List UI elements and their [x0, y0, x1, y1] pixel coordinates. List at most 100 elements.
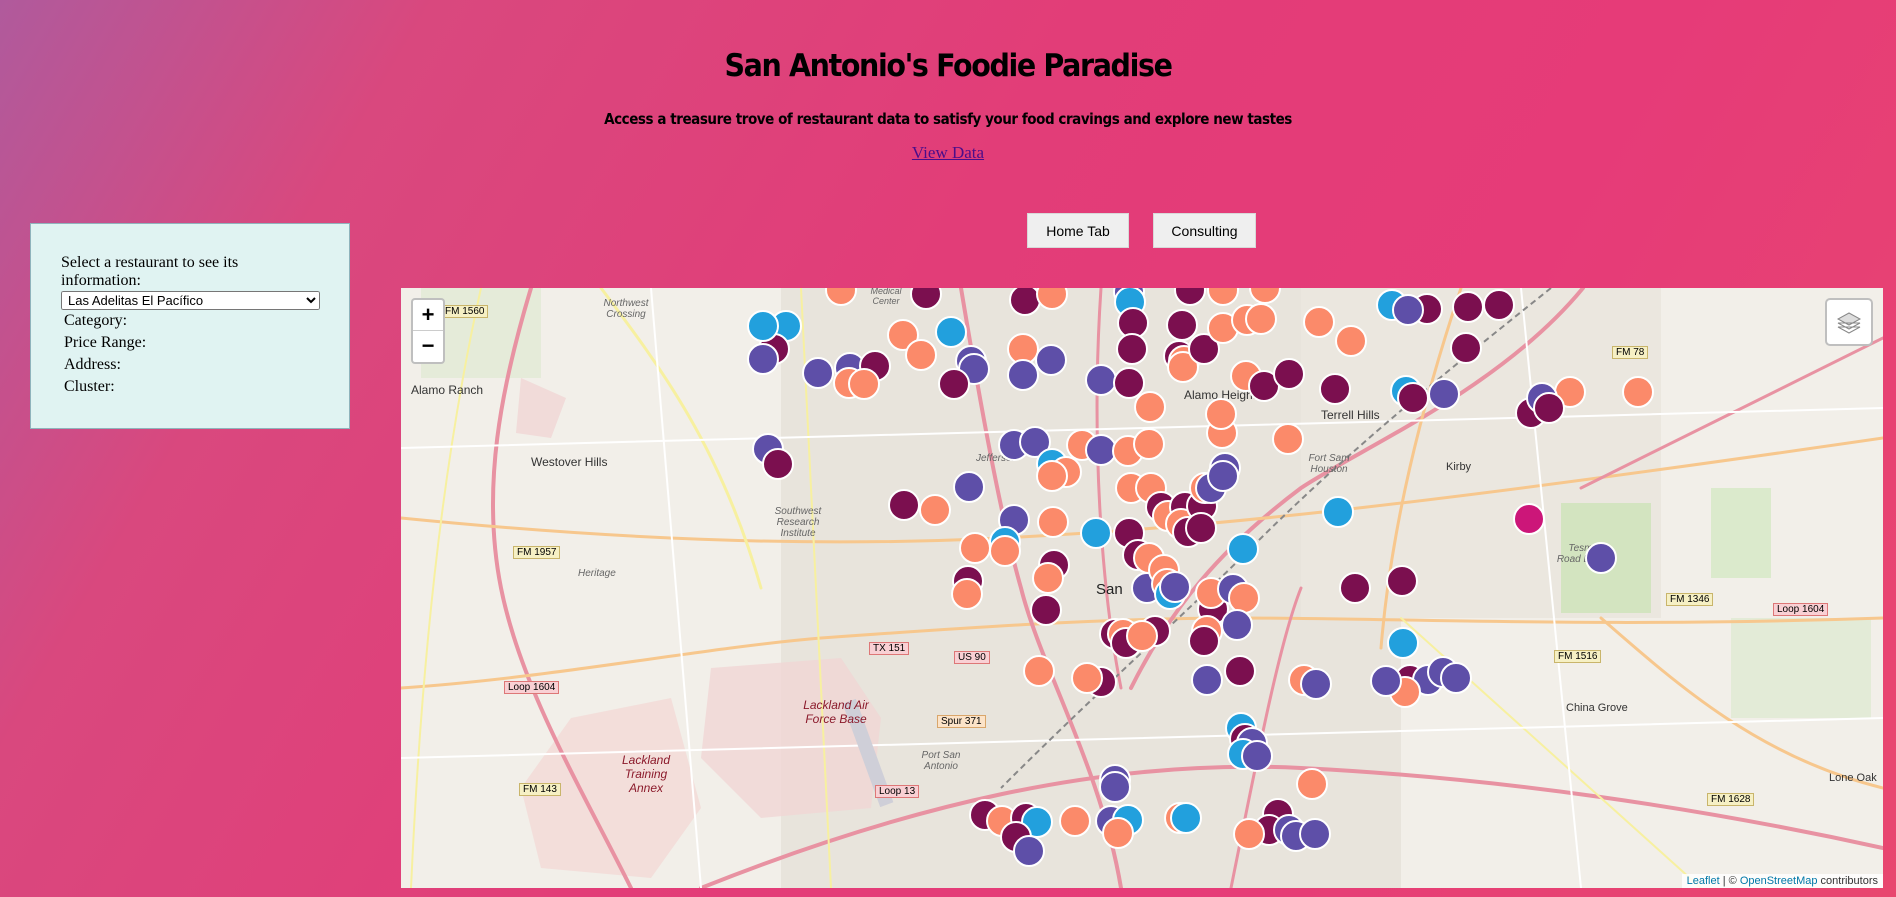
restaurant-marker[interactable] — [1071, 662, 1103, 694]
restaurant-marker[interactable] — [1335, 325, 1367, 357]
restaurant-marker[interactable] — [1174, 288, 1206, 306]
restaurant-marker[interactable] — [1080, 517, 1112, 549]
restaurant-marker[interactable] — [935, 316, 967, 348]
restaurant-marker[interactable] — [910, 288, 942, 310]
restaurant-marker[interactable] — [1085, 434, 1117, 466]
restaurant-marker[interactable] — [905, 339, 937, 371]
page-subtitle: Access a treasure trove of restaurant da… — [604, 110, 1292, 128]
restaurant-marker[interactable] — [1059, 805, 1091, 837]
restaurant-marker[interactable] — [1035, 344, 1067, 376]
restaurant-marker[interactable] — [1249, 288, 1281, 304]
restaurant-marker[interactable] — [762, 448, 794, 480]
restaurant-marker[interactable] — [1300, 668, 1332, 700]
restaurant-marker[interactable] — [1339, 572, 1371, 604]
openstreetmap-link[interactable]: OpenStreetMap — [1740, 875, 1818, 887]
cluster-label: Cluster: — [64, 378, 115, 395]
restaurant-marker[interactable] — [1450, 332, 1482, 364]
restaurant-marker[interactable] — [1241, 740, 1273, 772]
restaurant-marker[interactable] — [1483, 289, 1515, 321]
restaurant-marker[interactable] — [938, 368, 970, 400]
restaurant-marker[interactable] — [1533, 392, 1565, 424]
restaurant-marker[interactable] — [951, 578, 983, 610]
restaurant-marker[interactable] — [1032, 562, 1064, 594]
restaurant-marker[interactable] — [825, 288, 857, 306]
restaurant-marker[interactable] — [1126, 620, 1158, 652]
restaurant-marker[interactable] — [1299, 818, 1331, 850]
restaurant-marker[interactable] — [1273, 358, 1305, 390]
restaurant-marker[interactable] — [1296, 768, 1328, 800]
restaurant-marker[interactable] — [1245, 303, 1277, 335]
restaurant-marker[interactable] — [1159, 571, 1191, 603]
restaurant-marker[interactable] — [989, 535, 1021, 567]
restaurant-marker[interactable] — [1023, 655, 1055, 687]
restaurant-marker[interactable] — [1116, 333, 1148, 365]
restaurant-marker[interactable] — [1036, 460, 1068, 492]
layers-control-button[interactable] — [1825, 298, 1873, 346]
map-attribution: Leaflet | © OpenStreetMap contributors — [1681, 874, 1883, 888]
restaurant-marker[interactable] — [1085, 364, 1117, 396]
layers-icon — [1836, 312, 1862, 334]
restaurant-marker[interactable] — [1228, 582, 1260, 614]
leaflet-link[interactable]: Leaflet — [1687, 875, 1720, 887]
view-data-link[interactable]: View Data — [0, 143, 1896, 163]
restaurant-marker[interactable] — [1007, 359, 1039, 391]
restaurant-marker[interactable] — [1370, 665, 1402, 697]
restaurant-marker[interactable] — [1188, 625, 1220, 657]
restaurant-marker[interactable] — [848, 368, 880, 400]
consulting-button[interactable]: Consulting — [1153, 213, 1256, 248]
restaurant-marker[interactable] — [1133, 428, 1165, 460]
restaurant-marker[interactable] — [1099, 771, 1131, 803]
restaurant-marker[interactable] — [1030, 594, 1062, 626]
restaurant-marker[interactable] — [1207, 288, 1239, 306]
restaurant-marker[interactable] — [1272, 423, 1304, 455]
restaurant-marker[interactable] — [1585, 542, 1617, 574]
restaurant-marker[interactable] — [1392, 294, 1424, 326]
restaurant-marker[interactable] — [1134, 391, 1166, 423]
restaurant-select[interactable]: Las Adelitas El Pacífico — [61, 291, 320, 310]
restaurant-marker[interactable] — [1233, 818, 1265, 850]
restaurant-marker[interactable] — [1009, 288, 1041, 316]
restaurant-marker[interactable] — [1036, 288, 1068, 310]
restaurant-marker[interactable] — [1386, 565, 1418, 597]
restaurant-marker[interactable] — [1037, 506, 1069, 538]
restaurant-marker[interactable] — [1319, 373, 1351, 405]
restaurant-marker[interactable] — [1170, 802, 1202, 834]
restaurant-marker[interactable] — [953, 471, 985, 503]
restaurant-marker[interactable] — [1191, 664, 1223, 696]
restaurant-marker[interactable] — [1205, 398, 1237, 430]
address-label: Address: — [64, 356, 121, 373]
home-tab-button[interactable]: Home Tab — [1027, 213, 1129, 248]
restaurant-marker[interactable] — [959, 532, 991, 564]
restaurant-marker[interactable] — [747, 343, 779, 375]
restaurant-marker[interactable] — [1387, 627, 1419, 659]
attribution-separator: | © — [1719, 875, 1740, 887]
zoom-in-button[interactable]: + — [413, 300, 443, 331]
restaurant-marker[interactable] — [1166, 309, 1198, 341]
restaurant-marker[interactable] — [1428, 378, 1460, 410]
restaurant-marker[interactable] — [1102, 817, 1134, 849]
restaurant-marker[interactable] — [888, 489, 920, 521]
restaurant-markers[interactable] — [401, 288, 1883, 888]
restaurant-marker[interactable] — [919, 494, 951, 526]
restaurant-marker[interactable] — [1397, 382, 1429, 414]
restaurant-marker[interactable] — [1513, 503, 1545, 535]
restaurant-marker[interactable] — [1013, 835, 1045, 867]
restaurant-marker[interactable] — [1113, 367, 1145, 399]
restaurant-marker[interactable] — [1221, 609, 1253, 641]
restaurant-marker[interactable] — [1622, 376, 1654, 408]
restaurant-marker[interactable] — [1440, 662, 1472, 694]
restaurant-marker[interactable] — [1452, 291, 1484, 323]
restaurant-marker[interactable] — [747, 310, 779, 342]
restaurant-marker[interactable] — [802, 357, 834, 389]
restaurant-marker[interactable] — [1185, 512, 1217, 544]
restaurant-select-prompt: Select a restaurant to see its informati… — [61, 254, 239, 289]
restaurant-marker[interactable] — [1322, 496, 1354, 528]
restaurant-marker[interactable] — [1207, 460, 1239, 492]
restaurant-marker[interactable] — [1224, 655, 1256, 687]
restaurant-info-panel: Select a restaurant to see its informati… — [30, 223, 350, 429]
zoom-out-button[interactable]: − — [413, 331, 443, 361]
restaurant-map[interactable]: Northwest Crossing Alamo Ranch Westover … — [401, 288, 1883, 888]
restaurant-marker[interactable] — [1227, 533, 1259, 565]
price-range-label: Price Range: — [64, 334, 147, 351]
restaurant-marker[interactable] — [1303, 306, 1335, 338]
